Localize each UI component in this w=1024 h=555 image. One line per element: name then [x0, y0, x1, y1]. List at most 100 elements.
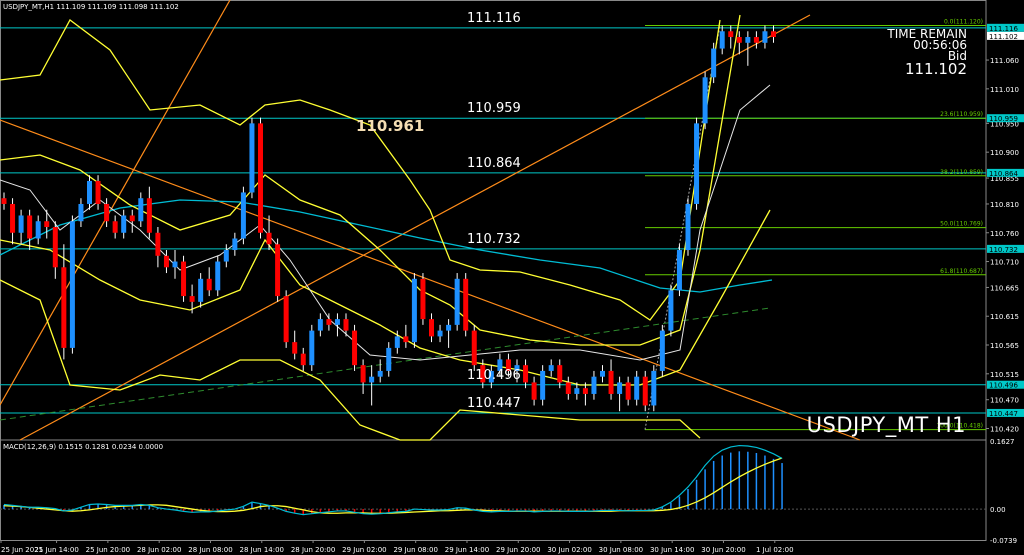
- price-tick-label: 110.420: [990, 425, 1019, 433]
- bid-value: 111.102: [904, 60, 967, 78]
- price-tick-label: 110.810: [990, 201, 1019, 209]
- candle-body: [121, 215, 127, 233]
- macd-tick-label: -0.0739: [990, 537, 1017, 545]
- level-label: 111.116: [467, 10, 521, 26]
- price-tick-label: 110.615: [990, 313, 1019, 321]
- candle-body: [557, 365, 563, 383]
- band-line: [0, 19, 721, 321]
- candle-body: [198, 278, 204, 302]
- candle-body: [283, 296, 289, 343]
- time-tick-label: 25 Jun 20:00: [86, 546, 130, 554]
- candle-body: [659, 330, 665, 371]
- candle-body: [608, 370, 614, 394]
- candle-body: [326, 319, 332, 325]
- candle-body: [634, 376, 640, 400]
- candle-body: [446, 324, 452, 331]
- candle-body: [702, 77, 708, 124]
- price-tick-label: 110.760: [990, 230, 1019, 238]
- candle-body: [386, 347, 392, 371]
- macd-tick-label: 0.1627: [990, 438, 1015, 446]
- macd-line: [3, 444, 783, 516]
- candle-body: [642, 376, 648, 406]
- candle-body: [377, 370, 383, 377]
- time-tick-label: 29 Jun 02:00: [342, 546, 386, 554]
- time-tick-label: 30 Jun 08:00: [599, 546, 643, 554]
- time-tick-label: 30 Jun 20:00: [701, 546, 745, 554]
- candle-body: [172, 261, 178, 268]
- price-tag-label: 110.864: [989, 170, 1018, 178]
- price-chart[interactable]: 0.0(111.120) 23.6(110.959) 38.2(110.859) 50…: [0, 0, 1024, 555]
- price-tick-label: 111.060: [990, 57, 1019, 65]
- candle-body: [18, 215, 24, 233]
- fib-label: 0.0(111.120): [944, 19, 983, 26]
- candle-body: [266, 232, 272, 245]
- candle-body: [223, 250, 229, 262]
- level-label: 110.496: [467, 367, 521, 383]
- candle-body: [78, 203, 84, 222]
- time-tick-label: 28 Jun 14:00: [240, 546, 284, 554]
- candle-body: [531, 382, 537, 400]
- candle-body: [540, 370, 546, 400]
- candle-body: [523, 365, 529, 383]
- candle-body: [753, 37, 759, 43]
- candle-body: [69, 221, 75, 348]
- info-panel: TIME REMAIN 00:56:06 Bid 111.102: [887, 28, 967, 78]
- price-tag-label: 111.116: [989, 25, 1018, 33]
- ma-line: [0, 199, 773, 293]
- candle-body: [292, 342, 298, 354]
- price-tag-label: 110.959: [989, 115, 1018, 123]
- price-tick-label: 110.565: [990, 342, 1019, 350]
- candle-body: [600, 370, 605, 377]
- time-tick-label: 30 Jun 14:00: [650, 546, 694, 554]
- candle-body: [582, 388, 588, 394]
- candle-body: [35, 221, 41, 239]
- candle-body: [52, 227, 58, 268]
- candle-body: [61, 267, 67, 348]
- candle-body: [258, 123, 263, 233]
- candle-body: [87, 180, 92, 204]
- trendline: [0, 0, 231, 406]
- candle-body: [240, 192, 246, 239]
- candle-body: [112, 221, 118, 233]
- price-tag-label: 110.447: [989, 410, 1018, 418]
- fib-label: 50.0(110.769): [940, 221, 983, 228]
- candle-body: [189, 296, 195, 302]
- price-tick-label: 111.010: [990, 86, 1019, 94]
- candle-body: [10, 203, 16, 233]
- candle-body: [420, 278, 426, 320]
- candle-body: [403, 336, 409, 343]
- time-tick-label: 28 Jun 08:00: [188, 546, 232, 554]
- price-tick-label: 110.710: [990, 259, 1019, 267]
- candle-body: [745, 37, 751, 43]
- candle-body: [249, 123, 255, 193]
- candle-body: [454, 278, 460, 325]
- candle-body: [309, 330, 315, 366]
- candle-body: [334, 319, 340, 325]
- level-label: 110.864: [467, 155, 521, 171]
- candle-body: [668, 290, 674, 331]
- candle-body: [574, 388, 580, 394]
- candle-body: [728, 31, 734, 38]
- candle-body: [1, 198, 7, 204]
- candle-body: [138, 198, 144, 222]
- price-tag-label: 110.732: [989, 246, 1018, 254]
- time-tick-label: 28 Jun 02:00: [137, 546, 181, 554]
- price-tick-label: 110.470: [990, 397, 1019, 405]
- candle-body: [104, 203, 110, 222]
- candle-body: [565, 382, 571, 394]
- max-price-label: 110.961: [356, 117, 425, 135]
- candle-body: [163, 255, 169, 268]
- symbol-title: USDJPY_MT H1: [806, 413, 966, 437]
- candle-body: [232, 238, 238, 251]
- chart-header: USDJPY_MT,H1 111.109 111.109 111.098 111…: [3, 3, 179, 11]
- candle-body: [429, 319, 434, 337]
- candle-body: [343, 319, 349, 331]
- macd-tick-label: 0.00: [990, 506, 1006, 514]
- candle-body: [215, 261, 221, 291]
- level-label: 110.959: [467, 101, 521, 117]
- price-tick-label: 110.900: [990, 149, 1019, 157]
- candle-body: [369, 376, 375, 383]
- level-label: 110.732: [467, 231, 521, 247]
- candle-body: [437, 330, 443, 337]
- candle-body: [548, 365, 554, 371]
